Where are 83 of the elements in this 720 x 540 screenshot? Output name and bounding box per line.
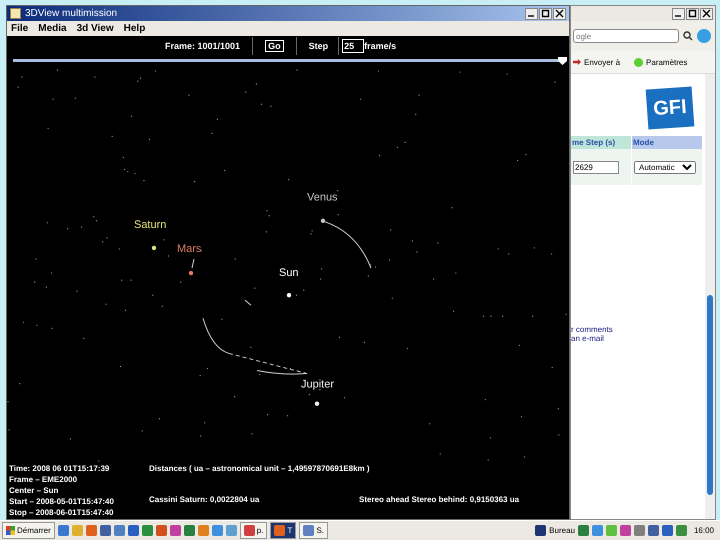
frame-info-line: Start – 2008-05-01T15:47:40 [9, 497, 115, 506]
toolbar-button[interactable]: Paramètres [634, 58, 688, 66]
start-button[interactable]: Démarrer [2, 522, 55, 539]
program-icon[interactable] [156, 525, 167, 536]
close-button[interactable] [553, 8, 566, 20]
step-input[interactable]: 2629 [573, 160, 619, 174]
frame-info-line: Frame – EME2000 [9, 475, 78, 484]
maximize-icon [688, 9, 697, 18]
taskbar-button[interactable]: S. [299, 522, 328, 539]
program-icon[interactable] [114, 525, 125, 536]
program-icon[interactable] [184, 525, 195, 536]
distance-readout: Cassini Saturn: 0,0022804 ua [149, 494, 260, 504]
program-icon[interactable] [100, 525, 111, 536]
tray-icon[interactable] [592, 525, 603, 536]
maximize-icon [540, 9, 551, 18]
tray-icon[interactable] [662, 525, 673, 536]
program-icon [303, 525, 314, 536]
column-header: Mode [632, 136, 702, 149]
window-title: 3DView multimission [25, 8, 118, 19]
step-field[interactable]: 25 [342, 39, 364, 53]
slider-thumb[interactable] [558, 57, 567, 65]
frame-info-line: Stop – 2008-06-01T15:47:40 [9, 508, 114, 517]
menu-item[interactable]: Help [124, 23, 146, 34]
flag-icon [6, 526, 15, 535]
program-icon [274, 525, 286, 536]
orbit-line [324, 221, 372, 269]
orbit-line [202, 318, 230, 354]
minimize-button[interactable] [525, 8, 538, 20]
distance-readout: Stereo ahead Stereo behind: 0,9150363 ua [359, 494, 520, 504]
tray-icon[interactable] [676, 525, 687, 536]
column-header: me Step (s) [571, 136, 631, 149]
frame-info-line: Center – Sun [9, 486, 60, 495]
planet-label: Mars [177, 242, 202, 255]
planet-label: Saturn [134, 218, 166, 231]
tray-icon[interactable] [578, 525, 589, 536]
close-button[interactable] [700, 8, 713, 20]
program-icon[interactable] [58, 525, 69, 536]
orbit-line [244, 300, 252, 306]
planet-label: Venus [307, 192, 338, 204]
tray-icon[interactable] [648, 525, 659, 536]
program-icon[interactable] [86, 525, 97, 536]
desktop-toolbar-label: Bureau [549, 526, 575, 535]
dot-icon [634, 58, 644, 66]
maximize-button[interactable] [539, 8, 552, 20]
mode-dropdown[interactable]: Automatic [634, 160, 696, 174]
orbit-line [256, 370, 308, 375]
tray-icon[interactable] [634, 525, 645, 536]
planet-label: Jupiter [301, 378, 334, 391]
menu-item[interactable]: 3d View [76, 23, 114, 34]
toolbar-button[interactable]: Envoyer à [573, 58, 620, 66]
close-icon [702, 9, 711, 18]
app-icon [10, 8, 21, 19]
company-logo: GFI [646, 86, 694, 130]
program-icon[interactable] [170, 525, 181, 536]
link[interactable]: an e-mail [571, 334, 705, 343]
toolbar-icon[interactable] [535, 525, 546, 536]
program-icon[interactable] [142, 525, 153, 536]
program-icon[interactable] [226, 525, 237, 536]
taskbar-button[interactable]: p. [240, 522, 268, 539]
close-icon [554, 9, 565, 18]
go-button[interactable]: Go [265, 40, 284, 52]
menu-item[interactable]: File [11, 23, 28, 34]
program-icon[interactable] [212, 525, 223, 536]
minimize-button[interactable] [672, 8, 685, 20]
maximize-button[interactable] [686, 8, 699, 20]
planet-label: Sun [279, 267, 299, 280]
unit-label: frame/s [364, 41, 396, 51]
search-field[interactable]: ogle [573, 29, 679, 43]
program-icon[interactable] [198, 525, 209, 536]
program-icon [244, 525, 255, 536]
time-readout: Time: 2008 06 01T15:17:39 [9, 464, 110, 473]
scrollbar[interactable] [705, 74, 715, 519]
tray-icon[interactable] [620, 525, 631, 536]
frame-counter: Frame: 1001/1001 [165, 41, 240, 51]
program-icon[interactable] [128, 525, 139, 536]
search-icon[interactable] [683, 31, 693, 41]
step-label: Step [308, 41, 328, 51]
orbit-line [192, 258, 194, 269]
link[interactable]: r comments [571, 325, 705, 334]
clock: 16:00 [694, 526, 714, 535]
distances-caption: Distances ( ua – astronomical unit – 1,49597870691E8km ) [149, 464, 371, 473]
taskbar-button[interactable]: T [270, 522, 296, 539]
menu-item[interactable]: Media [38, 23, 67, 34]
